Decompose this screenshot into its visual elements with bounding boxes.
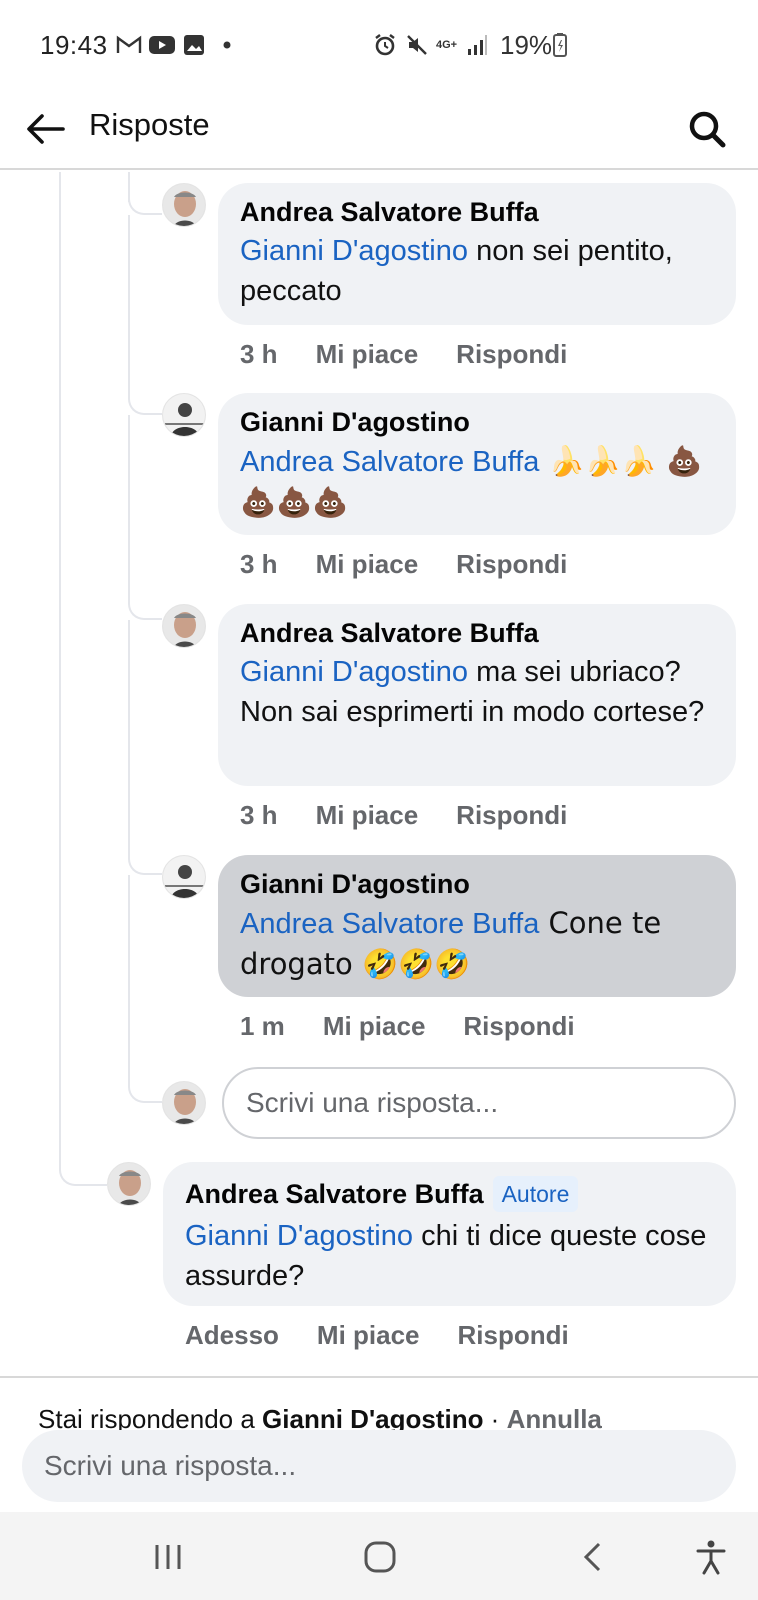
like-button[interactable]: Mi piace (316, 800, 419, 831)
inline-reply-field[interactable] (222, 1067, 736, 1139)
comment-author[interactable]: Andrea Salvatore Buffa (240, 197, 714, 227)
comment-author[interactable]: Andrea Salvatore Buffa (185, 1179, 484, 1209)
comment-bubble[interactable]: Gianni D'agostino Andrea Salvatore Buffa… (218, 393, 736, 535)
composer-field[interactable] (22, 1430, 736, 1502)
reply-composer: Stai rispondendo a Gianni D'agostino · A… (0, 1376, 758, 1512)
avatar (162, 1081, 206, 1125)
comment-text: Gianni D'agostino non sei pentito, pecca… (240, 231, 714, 311)
mention-link[interactable]: Andrea Salvatore Buffa (240, 446, 539, 478)
status-time: 19:43 (40, 30, 108, 60)
reply-button[interactable]: Rispondi (456, 339, 567, 370)
header-bar: Risposte (0, 90, 758, 170)
comment-author[interactable]: Gianni D'agostino (240, 869, 714, 899)
comment-actions: Adesso Mi piace Rispondi (185, 1320, 569, 1351)
status-bar: 19:43 4G+ 19% (0, 0, 758, 90)
nav-back-button[interactable] (568, 1532, 618, 1582)
avatar[interactable] (107, 1162, 151, 1206)
back-button[interactable] (20, 104, 70, 154)
like-button[interactable]: Mi piace (323, 1011, 426, 1042)
comment-time[interactable]: 3 h (240, 549, 278, 580)
mention-link[interactable]: Gianni D'agostino (240, 656, 468, 688)
signal-icon (466, 32, 488, 58)
mention-link[interactable]: Gianni D'agostino (185, 1220, 413, 1252)
comment-text: Gianni D'agostino ma sei ubriaco? Non sa… (240, 652, 714, 732)
comment-actions: 3 h Mi piace Rispondi (240, 339, 567, 370)
home-button[interactable] (355, 1532, 405, 1582)
comment-bubble-selected[interactable]: Gianni D'agostino Andrea Salvatore Buffa… (218, 855, 736, 997)
search-icon (689, 111, 726, 148)
thread-connector (128, 620, 162, 875)
comment-bubble[interactable]: Andrea Salvatore Buffa Autore Gianni D'ag… (163, 1162, 736, 1306)
author-badge: Autore (492, 1176, 579, 1212)
comment-actions: 3 h Mi piace Rispondi (240, 800, 567, 831)
mention-link[interactable]: Gianni D'agostino (240, 235, 468, 267)
comment-time[interactable]: Adesso (185, 1320, 279, 1351)
accessibility-icon (696, 1540, 726, 1575)
comment-author[interactable]: Gianni D'agostino (240, 407, 714, 437)
avatar[interactable] (162, 604, 206, 648)
thread-line-outer (59, 172, 61, 1162)
avatar[interactable] (162, 183, 206, 227)
thread-connector (128, 875, 162, 1103)
comment-text: Gianni D'agostino chi ti dice queste cos… (185, 1216, 714, 1296)
reply-button[interactable]: Rispondi (458, 1320, 569, 1351)
notification-dot-icon (222, 32, 232, 58)
reply-button[interactable]: Rispondi (463, 1011, 574, 1042)
thread-connector (128, 195, 162, 215)
recents-icon (155, 1545, 181, 1569)
thread-connector (128, 415, 162, 620)
inline-reply-input[interactable] (224, 1069, 734, 1137)
thread-connector (59, 1160, 107, 1186)
battery-percent: 19% (500, 30, 553, 60)
accessibility-button[interactable] (686, 1532, 736, 1582)
avatar[interactable] (162, 855, 206, 899)
system-nav-bar (0, 1512, 758, 1600)
reply-button[interactable]: Rispondi (456, 549, 567, 580)
comment-text: Andrea Salvatore Buffa 🍌🍌🍌 💩💩💩💩 (240, 441, 714, 522)
comment-author-row: Andrea Salvatore Buffa Autore (185, 1176, 714, 1212)
reply-button[interactable]: Rispondi (456, 800, 567, 831)
avatar[interactable] (162, 393, 206, 437)
thread-connector (128, 215, 162, 415)
alarm-icon (373, 32, 397, 58)
comment-time[interactable]: 3 h (240, 339, 278, 370)
comment-author[interactable]: Andrea Salvatore Buffa (240, 618, 714, 648)
comment-actions: 3 h Mi piace Rispondi (240, 549, 567, 580)
mute-icon (405, 32, 429, 58)
like-button[interactable]: Mi piace (316, 549, 419, 580)
gallery-icon (183, 32, 205, 58)
network-type: 4G+ (436, 39, 458, 51)
youtube-icon (148, 32, 176, 58)
home-icon (364, 1541, 396, 1573)
comment-time[interactable]: 3 h (240, 800, 278, 831)
recents-button[interactable] (143, 1532, 193, 1582)
comment-actions: 1 m Mi piace Rispondi (240, 1011, 575, 1042)
page-title: Risposte (89, 107, 210, 142)
composer-input[interactable] (22, 1430, 736, 1502)
back-chevron-icon (583, 1542, 601, 1572)
gmail-icon (116, 32, 142, 58)
search-button[interactable] (680, 102, 734, 156)
like-button[interactable]: Mi piace (317, 1320, 420, 1351)
battery-icon (553, 32, 567, 58)
comment-bubble[interactable]: Andrea Salvatore Buffa Gianni D'agostino… (218, 183, 736, 325)
comment-text: Andrea Salvatore Buffa Cone te drogato 🤣… (240, 903, 714, 985)
like-button[interactable]: Mi piace (316, 339, 419, 370)
arrow-left-icon (27, 114, 65, 144)
comment-bubble[interactable]: Andrea Salvatore Buffa Gianni D'agostino… (218, 604, 736, 786)
mention-link[interactable]: Andrea Salvatore Buffa (240, 908, 539, 940)
comment-time[interactable]: 1 m (240, 1011, 285, 1042)
